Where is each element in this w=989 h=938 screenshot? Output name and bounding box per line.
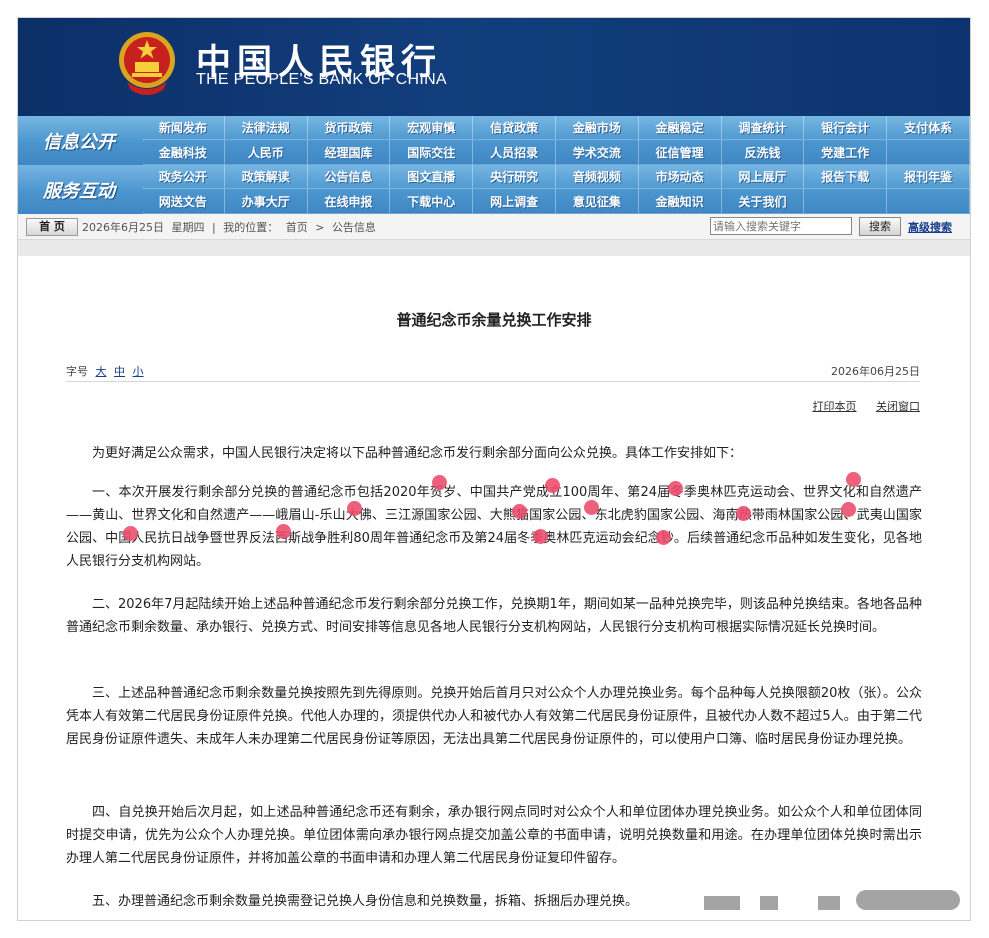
nav-item[interactable]: 人员招录 [473,140,556,165]
article-paragraph: 三、上述品种普通纪念币剩余数量兑换按照先到先得原则。兑换开始后首月只对公众个人办… [66,686,922,747]
article-paragraph: 二、2026年7月起陆续开始上述品种普通纪念币发行剩余部分兑换工作，兑换期1年，… [66,597,922,635]
nav-item[interactable]: 新闻发布 [142,116,225,140]
nav-item[interactable]: 学术交流 [555,140,639,165]
annotation-dot [545,478,560,493]
nav-item[interactable]: 调查统计 [721,116,805,140]
font-size-large-link[interactable]: 大 [96,365,107,378]
nav-item[interactable]: 在线申报 [307,189,391,214]
separator: | [212,221,216,234]
nav-item[interactable]: 图文直播 [390,165,474,189]
nav-item[interactable]: 公告信息 [307,165,391,189]
advanced-search-link[interactable]: 高级搜索 [908,219,952,235]
article-title: 普通纪念币余量兑换工作安排 [396,311,592,329]
nav-item[interactable]: 国际交往 [390,140,474,165]
nav-item[interactable]: 网上展厅 [721,165,805,189]
watermark-block [818,896,840,910]
nav-item[interactable]: 政务公开 [142,165,225,189]
bank-name-en: THE PEOPLE'S BANK OF CHINA [196,71,447,88]
current-weekday: 星期四 [171,221,205,234]
nav-item-empty [804,189,888,214]
annotation-dot [347,501,362,516]
nav-info-public: 信息公开 新闻发布 法律法规 货币政策 宏观审慎 信贷政策 金融市场 金融稳定 … [18,116,970,165]
nav-item[interactable]: 征信管理 [638,140,722,165]
nav-item[interactable]: 金融稳定 [638,116,722,140]
nav-item[interactable]: 报告下载 [804,165,888,189]
nav-item[interactable]: 金融市场 [555,116,639,140]
annotation-dot [512,504,527,519]
nav-item[interactable]: 信贷政策 [473,116,556,140]
annotation-dot [841,502,856,517]
nav-item[interactable]: 下载中心 [390,189,474,214]
nav-item[interactable]: 央行研究 [473,165,556,189]
site-header: 中国人民银行 THE PEOPLE'S BANK OF CHINA [18,18,970,116]
breadcrumb: 2026年6月25日 星期四 | 我的位置： 首页 > 公告信息 [82,219,380,235]
nav-item[interactable]: 报刊年鉴 [887,165,970,189]
publish-date: 2026年06月25日 [831,365,920,378]
nav-item[interactable]: 货币政策 [307,116,391,140]
annotation-dot [656,530,671,545]
location-label: 我的位置： [223,221,279,234]
print-page-link[interactable]: 打印本页 [813,400,857,413]
nav-service-grid: 政务公开 政策解读 公告信息 图文直播 央行研究 音频视频 市场动态 网上展厅 … [142,165,970,214]
nav-section-title: 服务互动 [43,180,115,202]
annotation-dot [846,472,861,487]
font-size-label: 字号 [66,365,88,378]
nav-item[interactable]: 金融科技 [142,140,225,165]
nav-item[interactable]: 法律法规 [224,116,308,140]
breadcrumb-current[interactable]: 公告信息 [332,221,376,234]
browser-page: 中国人民银行 THE PEOPLE'S BANK OF CHINA 信息公开 新… [18,18,970,920]
watermark-block [704,896,740,910]
annotation-dot [432,475,447,490]
annotation-dot [736,506,751,521]
font-size-switcher: 字号 大 中 小 [66,365,144,378]
nav-item[interactable]: 政策解读 [224,165,308,189]
nav-item[interactable]: 网上调查 [473,189,556,214]
font-size-small-link[interactable]: 小 [133,365,144,378]
nav-item[interactable]: 反洗钱 [721,140,805,165]
close-window-link[interactable]: 关闭窗口 [876,400,920,413]
annotation-dot [276,524,291,539]
nav-item[interactable]: 关于我们 [721,189,805,214]
article-panel: 普通纪念币余量兑换工作安排 字号 大 中 小 2026年06月25日 打印本页 … [18,256,970,920]
annotation-dot [123,526,138,541]
nav-item[interactable]: 宏观审慎 [390,116,474,140]
nav-item[interactable]: 党建工作 [804,140,888,165]
article-paragraph: 一、本次开展发行剩余部分兑换的普通纪念币包括2020年贺岁、中国共产党成立100… [66,485,922,569]
nav-item[interactable]: 人民币 [224,140,308,165]
nav-item-empty [887,189,970,214]
article-tools: 打印本页 关闭窗口 [797,398,921,414]
annotation-dot [668,481,683,496]
article-paragraph: 为更好满足公众需求，中国人民银行决定将以下品种普通纪念币发行剩余部分面向公众兑换… [92,446,743,461]
watermark-block [760,896,778,910]
annotation-dot [584,500,599,515]
nav-item-empty [887,140,970,165]
breadcrumb-bar: 首 页 2026年6月25日 星期四 | 我的位置： 首页 > 公告信息 搜索 … [18,214,970,240]
nav-item[interactable]: 网送文告 [142,189,225,214]
nav-service-interaction: 服务互动 政务公开 政策解读 公告信息 图文直播 央行研究 音频视频 市场动态 … [18,165,970,214]
home-button[interactable]: 首 页 [26,218,78,236]
nav-item[interactable]: 意见征集 [555,189,639,214]
article-paragraph: 五、办理普通纪念币剩余数量兑换需登记兑换人身份信息和兑换数量，拆箱、拆捆后办理兑… [92,894,639,909]
nav-section-title: 信息公开 [43,131,115,153]
nav-item[interactable]: 支付体系 [887,116,970,140]
search-input[interactable] [710,217,852,235]
font-size-medium-link[interactable]: 中 [114,365,125,378]
nav-item[interactable]: 市场动态 [638,165,722,189]
nav-item[interactable]: 金融知识 [638,189,722,214]
national-emblem-icon [119,32,175,95]
nav-item[interactable]: 银行会计 [804,116,888,140]
breadcrumb-home-link[interactable]: 首页 [286,221,308,234]
nav-item[interactable]: 音频视频 [555,165,639,189]
search-button[interactable]: 搜索 [859,217,901,236]
article-meta: 字号 大 中 小 2026年06月25日 [66,363,920,382]
article-paragraph: 四、自兑换开始后次月起，如上述品种普通纪念币还有剩余，承办银行网点同时对公众个人… [66,805,922,866]
annotation-dot [533,529,548,544]
nav-item[interactable]: 经理国库 [307,140,391,165]
nav-info-grid: 新闻发布 法律法规 货币政策 宏观审慎 信贷政策 金融市场 金融稳定 调查统计 … [142,116,970,165]
current-date: 2026年6月25日 [82,221,164,234]
breadcrumb-separator: > [315,221,325,234]
watermark-block [856,890,960,910]
nav-item[interactable]: 办事大厅 [224,189,308,214]
